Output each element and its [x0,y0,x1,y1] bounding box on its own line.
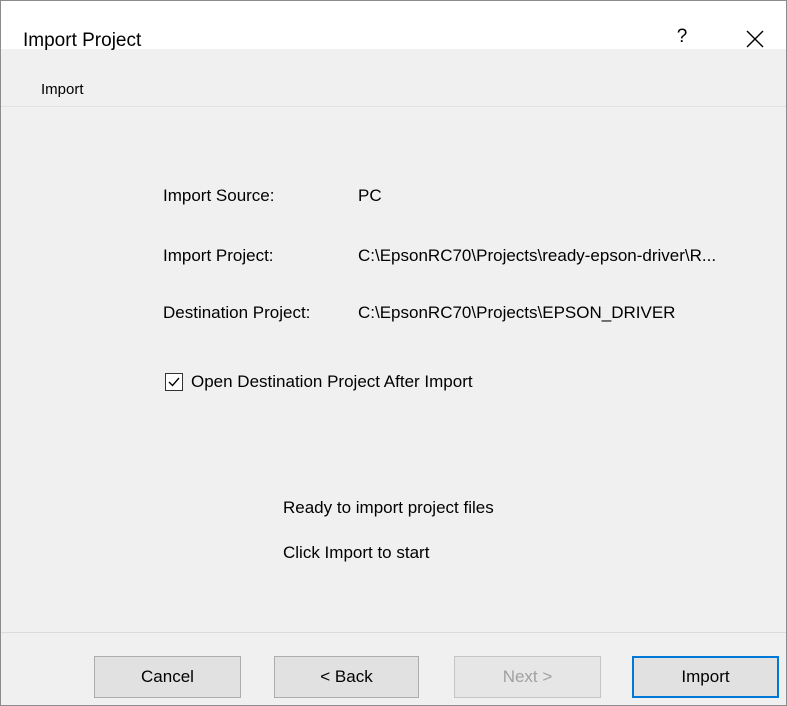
import-source-label: Import Source: [163,186,275,205]
footer-divider [1,632,786,633]
destination-project-value: C:\EpsonRC70\Projects\EPSON_DRIVER [358,303,676,322]
import-source-value: PC [358,186,382,205]
status-ready-text: Ready to import project files [283,498,494,517]
help-button[interactable]: ? [667,23,697,51]
close-icon [746,30,764,48]
cancel-button[interactable]: Cancel [94,656,241,698]
import-button[interactable]: Import [632,656,779,698]
checkmark-icon [168,377,180,387]
open-after-import-checkbox[interactable] [165,373,183,391]
title-bar: Import Project ? [1,1,786,51]
open-after-import-label: Open Destination Project After Import [191,372,473,391]
section-divider [1,106,786,107]
open-after-import-option[interactable]: Open Destination Project After Import [165,371,473,393]
dialog-title: Import Project [23,30,142,51]
destination-project-label: Destination Project: [163,303,311,322]
import-project-label: Import Project: [163,246,274,265]
back-button[interactable]: < Back [274,656,419,698]
close-button[interactable] [735,23,775,53]
section-label: Import [41,81,84,98]
status-instruction-text: Click Import to start [283,543,430,562]
import-project-dialog: Import Project ? Import Import Source: P… [0,0,787,706]
import-project-value: C:\EpsonRC70\Projects\ready-epson-driver… [358,246,717,265]
next-button[interactable]: Next > [454,656,601,698]
